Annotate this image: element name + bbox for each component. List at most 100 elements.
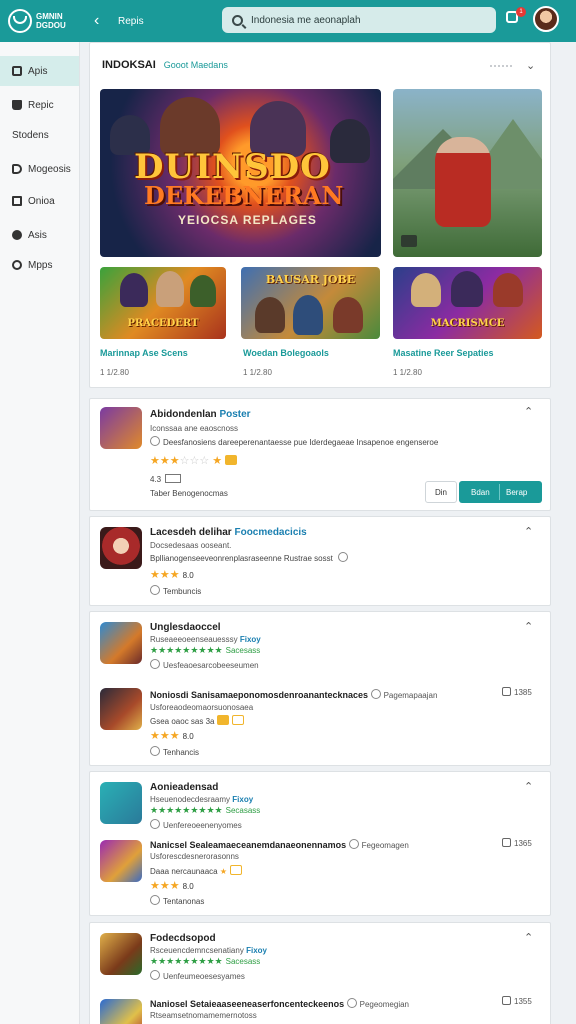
search-bar[interactable] [222,7,496,33]
hero-side-banner[interactable] [393,89,542,257]
app-name[interactable]: Naniosel Setaieaaseeneaserfoncenteckeeno… [150,998,409,1009]
sidebar-item-stodens[interactable]: Stodens [0,120,79,150]
likes[interactable]: 1365 [502,838,532,848]
app-developer: Hseuenodecdesraamy Fixoy [150,795,254,804]
chevron-left-icon[interactable]: ‹ [94,12,118,30]
chevron-up-icon[interactable]: ⌃ [524,525,533,538]
sidebar-item-repic[interactable]: Repic [0,90,79,120]
app-name[interactable]: Nanicsel Sealeamaeceanemdanaeonennamos F… [150,839,409,850]
badge-icon [150,819,160,829]
sidebar-item-onioa[interactable]: Onioa [0,186,79,216]
app-icon[interactable] [100,933,142,975]
breadcrumb[interactable]: Repis [118,16,218,27]
thumb-name[interactable]: Woedan Bolegoaols [243,348,329,358]
likes[interactable]: 1385 [502,687,532,697]
avatar[interactable] [533,6,559,32]
app-description: Uenfereoeenenyomes [150,819,242,830]
app-description: Daaa nercaunaaca ★ [150,865,243,876]
app-icon[interactable] [100,840,142,882]
badge-icon [150,970,160,980]
featured-thumb[interactable]: MACRISMCE [393,267,542,339]
app-icon[interactable] [100,782,142,824]
info-icon [150,585,160,595]
app-icon[interactable] [100,407,142,449]
notification-button[interactable]: 1 [506,7,526,25]
search-input[interactable] [251,14,471,26]
app-name[interactable]: Aonieadensad [150,782,218,793]
app-icon[interactable] [100,999,142,1024]
more-dots-icon[interactable] [490,65,512,67]
search-icon [232,14,243,26]
app-icon[interactable] [100,527,142,569]
hero-banner[interactable]: DUINSDO DEKEBNERAN YEIOCSA REPLAGES [100,89,381,257]
bag-icon [12,100,22,110]
mail-icon [12,196,22,206]
likes[interactable]: 1355 [502,996,532,1006]
device-icon [165,474,182,483]
featured-subtitle[interactable]: Gooot Maedans [164,60,228,70]
sidebar-item-label: Repic [28,99,54,111]
sidebar-item-label: Apis [28,65,48,77]
brand-line-1: GMNIN [36,12,63,21]
app-card: Lacesdeh delihar Foocmedacicis Docsedesa… [89,516,551,606]
app-name[interactable]: Noniosdi Sanisamaeponomosdenroananteckna… [150,689,437,700]
tag-icon [12,164,22,174]
app-developer: Rsceuencdemncsenatiany Fixoy [150,946,267,955]
award-icon [225,455,238,465]
notification-badge: 1 [516,7,526,17]
app-name[interactable]: Fodecdsopod [150,933,216,944]
app-detail: Tentanonas [150,895,204,906]
sidebar-item-mpps[interactable]: Mpps [0,250,79,280]
thumb-name[interactable]: Marinnap Ase Scens [100,348,188,358]
hero-tagline: YEIOCSA REPLAGES [178,213,317,227]
app-icon[interactable] [100,622,142,664]
app-icon[interactable] [100,688,142,730]
secondary-button[interactable]: Din [425,481,457,503]
thumb-meta: 1 1/2.80 [243,368,272,377]
thumb-name[interactable]: Masatine Reer Sepaties [393,348,494,358]
sidebar-item-label: Asis [28,229,47,241]
app-name[interactable]: Unglesdaoccel [150,622,221,633]
chevron-down-icon[interactable]: ⌄ [526,59,535,72]
app-developer: Rtseamsetnomamemernotoss [150,1011,257,1020]
sidebar: Apis Repic Stodens Mogeosis Onioa Asis M… [0,42,80,1024]
featured-thumb[interactable]: BAUSAR JOBE [241,267,380,339]
app-description: Deesfanosiens dareeperenantaesse pue Ide… [150,436,438,447]
app-developer: Iconssaa ane eaoscnoss [150,424,239,433]
sidebar-item-label: Mpps [28,259,53,271]
chevron-up-icon[interactable]: ⌃ [524,931,533,944]
app-description: Uenfeumeoesesyames [150,970,245,981]
install-button[interactable]: Bdan Berap [459,481,542,503]
chevron-up-icon[interactable]: ⌃ [524,780,533,793]
featured-thumb[interactable]: PRACEDERT [100,267,226,339]
thumb-meta: 1 1/2.80 [100,368,129,377]
info-icon [150,746,160,756]
thumb-art-title: PRACEDERT [127,318,199,329]
app-developer: Ruseaeeoeenseauesssy Fixoy [150,635,261,644]
sidebar-item-apps[interactable]: Apis [0,56,79,86]
app-card: Aonieadensad Hseuenodecdesraamy Fixoy ★★… [89,771,551,916]
sidebar-item-mogeosis[interactable]: Mogeosis [0,154,79,184]
chevron-up-icon[interactable]: ⌃ [524,620,533,633]
brand-logo-icon [8,9,32,33]
app-description: Gsea oaoc sas 3a [150,715,245,726]
app-name[interactable]: Lacesdeh delihar Foocmedacicis [150,527,307,538]
thumb-meta: 1 1/2.80 [393,368,422,377]
coin-icon [230,865,243,875]
sidebar-item-label: Onioa [28,195,55,207]
rating-stars: ★★★ 8.0 [150,569,194,581]
brand[interactable]: GMNIN DGDOU [0,0,80,42]
verified-icon [370,689,381,699]
app-name[interactable]: Abidondenlan Poster [150,409,251,420]
brand-line-2: DGDOU [36,21,66,30]
sidebar-item-asis[interactable]: Asis [0,220,79,250]
app-developer: Usforescdesnerorasonns [150,852,239,861]
app-card: Fodecdsopod Rsceuencdemncsenatiany Fixoy… [89,922,551,1024]
rating-stars: ★★★☆☆☆ ★ [150,454,238,467]
app-card: Unglesdaoccel Ruseaeeoeenseauesssy Fixoy… [89,611,551,766]
app-developer: Docsedesaas ooseant. [150,541,232,550]
app-icon [12,66,22,76]
chevron-up-icon[interactable]: ⌃ [524,405,533,418]
rating-stars: ★★★ 8.0 [150,730,194,742]
video-icon[interactable] [401,235,417,247]
